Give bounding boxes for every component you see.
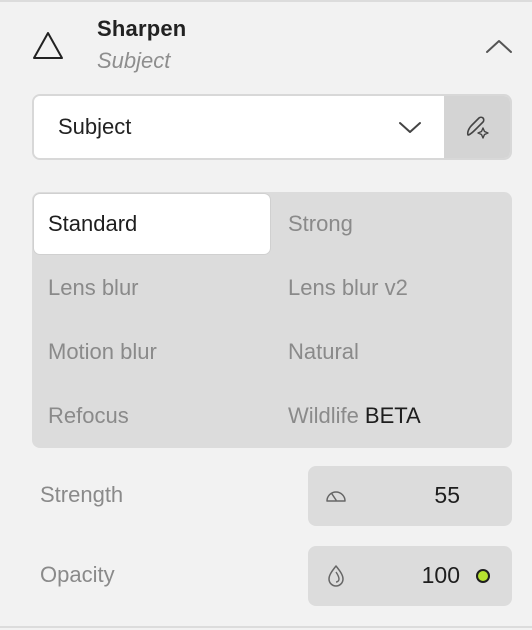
- pencil-sparkle-icon: [466, 116, 489, 139]
- opacity-indicator-dot: [476, 569, 490, 583]
- divider: [0, 626, 532, 628]
- panel-header[interactable]: Sharpen Subject: [0, 2, 532, 82]
- model-option-lens-blur[interactable]: Lens blur: [32, 256, 272, 320]
- mask-edit-button[interactable]: [444, 96, 510, 158]
- strength-label: Strength: [40, 482, 124, 507]
- model-option-natural[interactable]: Natural: [272, 320, 512, 384]
- model-selector: Standard Strong Lens blur Lens blur v2 M…: [32, 192, 512, 448]
- mask-dropdown[interactable]: Subject: [34, 96, 444, 158]
- model-option-label: Lens blur: [48, 275, 139, 300]
- panel-subtitle: Subject: [97, 48, 171, 73]
- model-option-label: Lens blur v2: [288, 275, 408, 300]
- mask-selector: Subject: [32, 94, 512, 160]
- model-option-strong[interactable]: Strong: [272, 192, 512, 256]
- model-option-label: Natural: [288, 339, 359, 364]
- beta-badge: BETA: [364, 403, 421, 428]
- drop-icon: [328, 565, 344, 587]
- opacity-value: 100: [421, 562, 460, 588]
- mask-dropdown-value: Subject: [58, 114, 132, 139]
- strength-value: 55: [434, 482, 460, 508]
- model-option-label: Refocus: [48, 403, 129, 428]
- strength-field[interactable]: 55: [308, 466, 512, 526]
- model-option-label: Wildlife: [288, 403, 359, 428]
- panel-title: Sharpen: [97, 16, 187, 41]
- gauge-icon: [326, 491, 346, 502]
- sharpen-panel: Sharpen Subject Subject Standard Strong: [0, 0, 532, 630]
- chevron-up-icon: [486, 40, 512, 53]
- model-option-label: Standard: [48, 211, 138, 236]
- model-option-motion-blur[interactable]: Motion blur: [32, 320, 272, 384]
- model-option-refocus[interactable]: Refocus: [32, 384, 272, 448]
- model-option-lens-blur-v2[interactable]: Lens blur v2: [272, 256, 512, 320]
- opacity-field[interactable]: 100: [308, 546, 512, 606]
- opacity-label: Opacity: [40, 562, 115, 587]
- model-option-label: Motion blur: [48, 339, 157, 364]
- model-option-wildlife[interactable]: Wildlife BETA: [272, 384, 512, 448]
- chevron-down-icon: [399, 122, 421, 133]
- model-option-standard[interactable]: Standard: [34, 194, 270, 254]
- model-option-label: Strong: [288, 211, 353, 236]
- collapse-button[interactable]: [484, 34, 514, 58]
- triangle-icon: [33, 32, 63, 59]
